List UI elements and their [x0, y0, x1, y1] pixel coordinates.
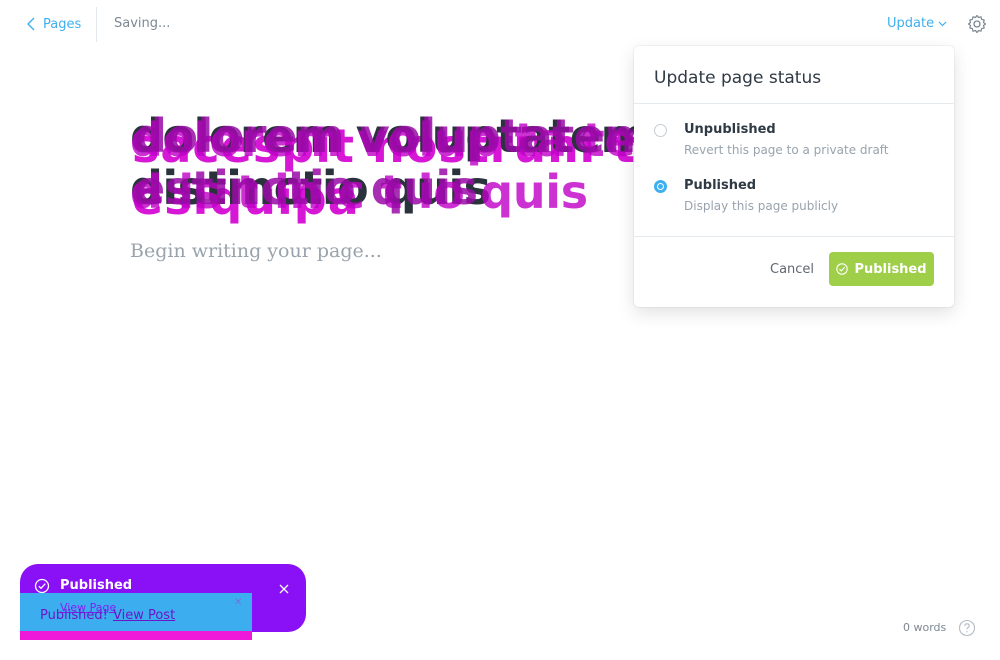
- option-unpublished[interactable]: Unpublished Revert this page to a privat…: [654, 122, 934, 162]
- check-circle-icon: [34, 578, 50, 594]
- chevron-down-icon: [938, 21, 947, 26]
- gear-icon: [967, 14, 987, 34]
- topbar-divider: [96, 7, 97, 42]
- view-post-link[interactable]: View Post: [113, 608, 175, 623]
- published-radio[interactable]: [654, 180, 667, 193]
- save-status: Saving...: [114, 16, 171, 31]
- option-description: Display this page publicly: [684, 199, 839, 213]
- close-icon: [279, 584, 289, 594]
- option-description: Revert this page to a private draft: [684, 143, 889, 157]
- editor-topbar: Pages Saving... Update: [0, 0, 1000, 48]
- body-placeholder[interactable]: Begin writing your page...: [130, 240, 382, 262]
- page-title-editor[interactable]: sacespit nostrum tatem la esiquipa dolor…: [130, 110, 837, 230]
- check-circle-icon: [836, 263, 849, 275]
- chevron-left-icon: [27, 17, 35, 31]
- notification-close-button[interactable]: [278, 580, 290, 594]
- publish-confirm-button[interactable]: Published: [829, 252, 934, 286]
- popover-title: Update page status: [654, 68, 822, 88]
- unpublished-radio[interactable]: [654, 124, 667, 137]
- title-ghost-layer-3: dolorem voluptatem h estinctio quis: [134, 109, 700, 215]
- option-label: Published: [684, 178, 757, 193]
- update-dropdown-button[interactable]: Update: [887, 16, 947, 31]
- back-to-pages-link[interactable]: Pages: [26, 15, 81, 33]
- help-button[interactable]: [958, 619, 976, 637]
- popover-divider-top: [634, 103, 954, 104]
- notification-title: Published: [60, 578, 133, 593]
- popover-divider-bottom: [634, 236, 954, 237]
- question-circle-icon: [958, 619, 976, 637]
- notification-message: Published!: [40, 608, 108, 623]
- word-count: 0 words: [903, 621, 947, 634]
- notification-ghost-close-icon: ✕: [234, 597, 243, 608]
- settings-button[interactable]: [967, 14, 987, 34]
- update-status-popover: Update page status Unpublished Revert th…: [634, 46, 954, 307]
- option-label: Unpublished: [684, 122, 776, 137]
- publish-confirm-label: Published: [854, 261, 927, 277]
- option-published[interactable]: Published Display this page publicly: [654, 178, 934, 218]
- back-link-label: Pages: [43, 16, 82, 32]
- cancel-button[interactable]: Cancel: [770, 262, 814, 277]
- update-label: Update: [887, 16, 935, 31]
